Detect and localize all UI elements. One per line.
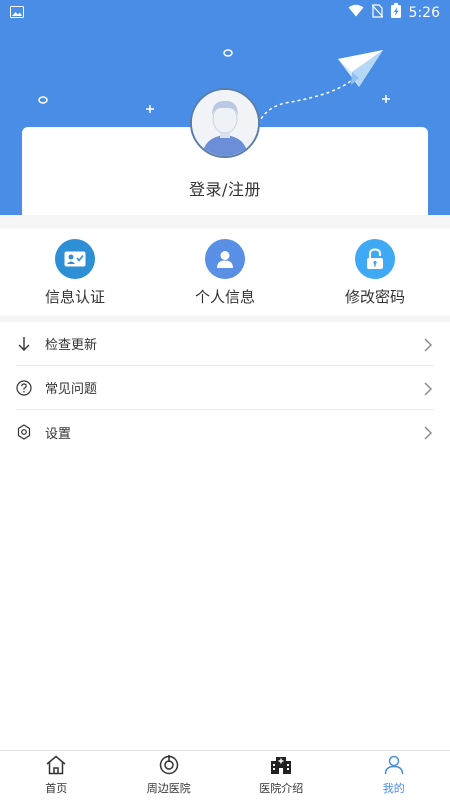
nav-tab-mine[interactable]: 我的 bbox=[338, 751, 450, 800]
no-sim-icon bbox=[371, 3, 383, 22]
quick-action-personal-info[interactable]: 个人信息 bbox=[150, 229, 300, 315]
chevron-right-icon bbox=[422, 337, 434, 351]
gear-icon bbox=[16, 424, 32, 440]
quick-action-label: 信息认证 bbox=[44, 288, 105, 306]
paper-plane-icon bbox=[255, 47, 390, 136]
quick-action-change-password[interactable]: 修改密码 bbox=[300, 229, 450, 315]
question-icon bbox=[16, 379, 32, 396]
status-bar: 5:26 bbox=[0, 0, 450, 25]
quick-action-label: 个人信息 bbox=[194, 288, 255, 306]
nav-tab-nearby-hospitals[interactable]: 周边医院 bbox=[113, 751, 226, 800]
nav-label: 周边医院 bbox=[146, 782, 191, 795]
sparkle-decoration-icon bbox=[146, 98, 154, 117]
bottom-nav: 首页 周边医院 医院介绍 我的 bbox=[0, 750, 450, 800]
person-icon bbox=[205, 239, 245, 279]
status-time: 5:26 bbox=[408, 4, 440, 21]
settings-menu: 检查更新 常见问题 设置 bbox=[0, 322, 450, 750]
profile-icon bbox=[383, 755, 405, 779]
arrow-down-icon bbox=[16, 336, 32, 352]
menu-item-settings[interactable]: 设置 bbox=[16, 410, 434, 454]
nav-label: 首页 bbox=[45, 782, 68, 795]
id-card-icon bbox=[55, 239, 95, 279]
login-register-link[interactable]: 登录/注册 bbox=[0, 176, 450, 200]
nav-label: 我的 bbox=[382, 782, 405, 795]
quick-actions: 信息认证 个人信息 修改密码 bbox=[0, 229, 450, 315]
home-icon bbox=[45, 755, 67, 779]
menu-item-check-update[interactable]: 检查更新 bbox=[16, 322, 434, 366]
nav-tab-home[interactable]: 首页 bbox=[0, 751, 113, 800]
ring-decoration-icon bbox=[38, 89, 48, 108]
menu-item-label: 检查更新 bbox=[45, 338, 98, 353]
wifi-icon bbox=[348, 4, 364, 21]
ring-decoration-icon bbox=[223, 42, 233, 61]
quick-action-verify[interactable]: 信息认证 bbox=[0, 229, 150, 315]
chevron-right-icon bbox=[422, 425, 434, 440]
menu-item-label: 常见问题 bbox=[45, 382, 98, 397]
nav-label: 医院介绍 bbox=[259, 782, 304, 795]
avatar[interactable] bbox=[190, 88, 260, 158]
menu-item-faq[interactable]: 常见问题 bbox=[16, 366, 434, 410]
menu-item-label: 设置 bbox=[45, 426, 72, 442]
quick-action-label: 修改密码 bbox=[344, 288, 405, 306]
nav-tab-hospital-intro[interactable]: 医院介绍 bbox=[225, 751, 338, 800]
chevron-right-icon bbox=[422, 381, 434, 395]
image-notification-icon bbox=[10, 3, 24, 22]
lock-icon bbox=[355, 239, 395, 279]
location-icon bbox=[158, 755, 180, 779]
battery-charging-icon bbox=[390, 3, 401, 22]
hospital-icon bbox=[270, 755, 292, 779]
